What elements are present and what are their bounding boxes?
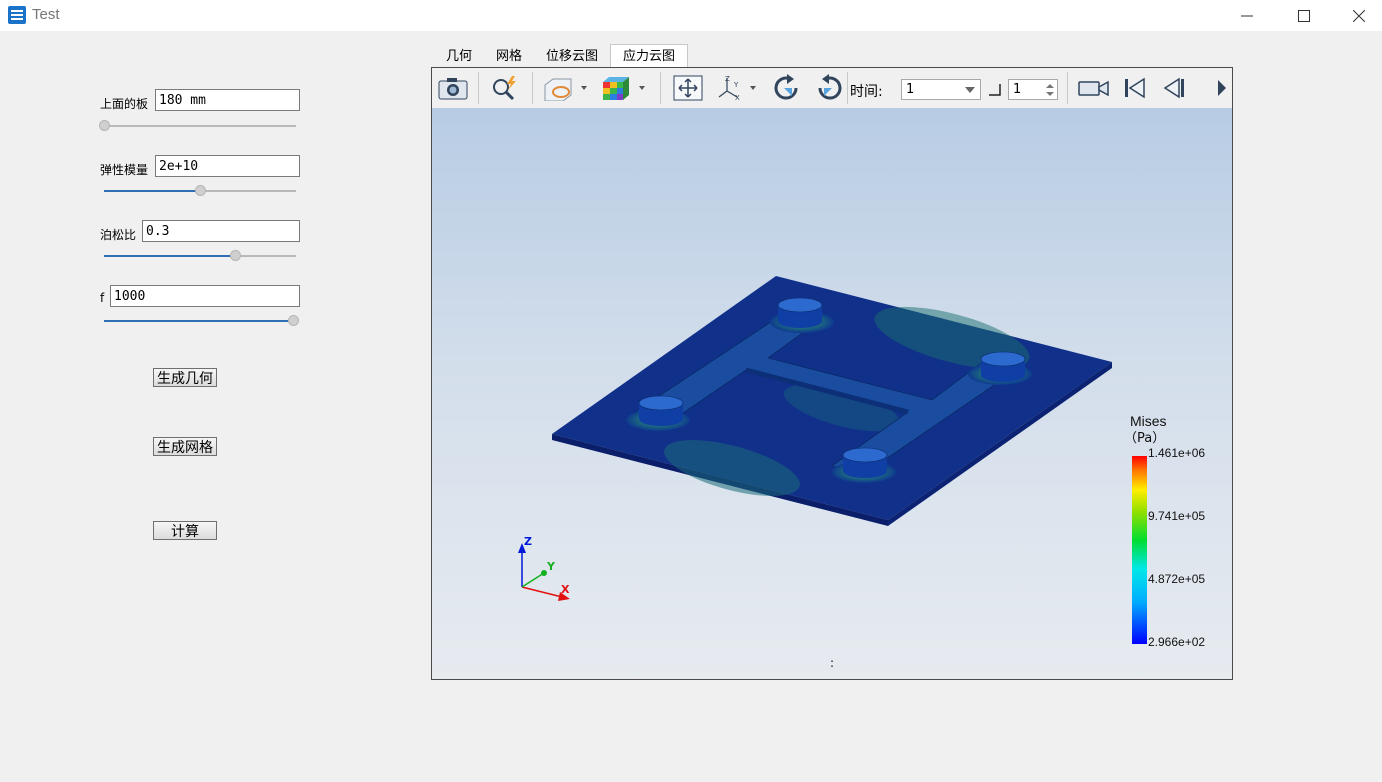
zoom-fit-button[interactable]: [488, 74, 522, 102]
axis-y-label: Y: [546, 560, 556, 573]
force-label: f: [100, 291, 105, 305]
svg-text:X: X: [735, 94, 740, 101]
toolbar-separator: [478, 72, 479, 104]
axes-icon: Z Y X: [718, 75, 756, 101]
generate-geometry-button[interactable]: 生成几何: [153, 368, 217, 387]
3d-viewport[interactable]: Z Y X Mises （Pa） 1.461e+06 9.741e+05 4.8…: [432, 108, 1232, 679]
viewer-toolbar: Z Y X 时间: 1 1: [432, 68, 1232, 109]
screenshot-button[interactable]: [437, 74, 469, 102]
compute-button[interactable]: 计算: [153, 521, 217, 540]
stress-model: Z Y X Mises （Pa） 1.461e+06 9.741e+05 4.8…: [518, 276, 1205, 670]
step-icon: [989, 84, 1001, 96]
maximize-icon: [1298, 9, 1310, 22]
svg-text:Y: Y: [733, 81, 739, 89]
color-cube-icon: [603, 77, 645, 100]
first-frame-button[interactable]: [1120, 74, 1150, 102]
toolbar-separator: [532, 72, 533, 104]
window-title: Test: [32, 6, 60, 23]
tab-mesh[interactable]: 网格: [484, 45, 534, 68]
legend-min: 2.966e+02: [1148, 635, 1205, 649]
display-style-button[interactable]: [598, 74, 654, 102]
modulus-label: 弹性模量: [100, 163, 149, 177]
minimize-icon: [1241, 15, 1253, 16]
play-icon: [1218, 80, 1226, 96]
toolbar-separator: [847, 72, 848, 104]
video-camera-icon: [1078, 80, 1109, 97]
bolt-cylinder: [980, 351, 1026, 382]
time-select[interactable]: 1: [901, 79, 981, 100]
viewer-panel: Z Y X 时间: 1 1 Z Y X Mises （Pa） 1.461e+06…: [431, 67, 1233, 680]
step-spinbox[interactable]: 1: [1008, 79, 1058, 100]
step-spinbox-value: 1: [1013, 82, 1022, 97]
legend-unit: （Pa）: [1124, 431, 1165, 446]
time-select-value: 1: [906, 82, 915, 97]
plate-slider-thumb[interactable]: [99, 120, 110, 131]
time-label: 时间:: [850, 84, 883, 100]
tab-stress[interactable]: 应力云图: [610, 44, 689, 68]
poisson-slider[interactable]: [104, 250, 296, 262]
bolt-cylinder: [842, 447, 888, 478]
svg-text:Z: Z: [725, 75, 730, 83]
generate-mesh-button[interactable]: 生成网格: [153, 437, 217, 456]
poisson-slider-thumb[interactable]: [229, 250, 241, 261]
rotate-ccw-icon: [818, 74, 842, 100]
maximize-button[interactable]: [1281, 0, 1327, 31]
tab-bar: 几何 网格 位移云图 应力云图: [434, 44, 689, 68]
legend-colorbar: [1132, 456, 1147, 644]
force-slider-thumb[interactable]: [288, 315, 299, 326]
view-orientation-button[interactable]: Z Y X: [716, 74, 764, 102]
toolbar-separator: [660, 72, 661, 104]
record-video-button[interactable]: [1076, 74, 1112, 102]
fit-view-button[interactable]: [671, 74, 705, 102]
modulus-slider-thumb[interactable]: [195, 185, 206, 196]
close-button[interactable]: [1336, 0, 1382, 31]
modulus-slider[interactable]: [104, 185, 296, 197]
modulus-input[interactable]: [155, 155, 300, 177]
fit-view-icon: [673, 75, 703, 101]
rotate-ccw-button[interactable]: [812, 74, 846, 102]
toolbar-separator: [1067, 72, 1068, 104]
legend-tick: 4.872e+05: [1148, 572, 1205, 586]
magnifier-icon: [493, 76, 516, 101]
bolt-cylinder: [638, 395, 684, 426]
spin-arrows-icon[interactable]: [1046, 83, 1054, 97]
status-text: :: [830, 656, 834, 670]
app-icon: [8, 6, 26, 24]
force-input[interactable]: [110, 285, 300, 307]
chevron-down-icon: [965, 87, 975, 93]
legend-title: Mises: [1130, 413, 1167, 429]
toolbar-more-button[interactable]: [1214, 74, 1230, 102]
plate-label: 上面的板: [100, 97, 149, 111]
plate-slider[interactable]: [99, 120, 296, 132]
rotate-cw-icon: [774, 74, 798, 100]
previous-icon: [1163, 77, 1184, 99]
axis-z-label: Z: [524, 535, 532, 548]
force-slider[interactable]: [104, 315, 299, 327]
legend-tick: 9.741e+05: [1148, 509, 1205, 523]
poisson-input[interactable]: [142, 220, 300, 242]
minimize-button[interactable]: [1224, 0, 1270, 31]
legend-max: 1.461e+06: [1148, 446, 1205, 460]
rotate-cw-button[interactable]: [770, 74, 804, 102]
tab-geometry[interactable]: 几何: [434, 45, 484, 68]
camera-icon: [438, 78, 468, 100]
plate-input[interactable]: [155, 89, 300, 111]
poisson-label: 泊松比: [100, 228, 137, 242]
clip-plane-button[interactable]: [540, 74, 592, 102]
axis-x-label: X: [561, 583, 570, 596]
clip-plane-icon: [544, 78, 587, 101]
tab-displacement[interactable]: 位移云图: [534, 45, 610, 68]
title-bar: Test: [0, 0, 1382, 31]
skip-back-icon: [1125, 77, 1145, 99]
previous-frame-button[interactable]: [1160, 74, 1190, 102]
close-icon: [1353, 9, 1365, 22]
bolt-cylinder: [777, 297, 823, 328]
